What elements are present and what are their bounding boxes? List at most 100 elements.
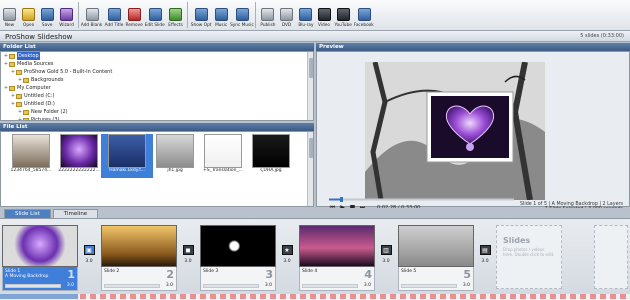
save-button[interactable]: Save — [38, 2, 57, 30]
folder-tree-item[interactable]: + Backgrounds — [1, 76, 313, 84]
preview-timeline[interactable] — [329, 197, 514, 202]
folder-tree-item[interactable]: + New Folder (2) — [1, 108, 313, 116]
effects-button[interactable]: Effects — [166, 2, 185, 30]
transition-duration[interactable]: 3.0 — [476, 259, 494, 264]
folder-label: My Computer — [17, 85, 51, 91]
scrollbar-thumb[interactable] — [309, 58, 313, 78]
folder-tree-item[interactable]: + Untitled (C:) — [1, 92, 313, 100]
tab-slide-list[interactable]: Slide List — [4, 209, 51, 218]
preview-header: Preview — [316, 43, 630, 51]
slide-thumbnail[interactable] — [299, 225, 375, 267]
transition-icon[interactable]: ▣ — [83, 245, 95, 255]
open-folder-button[interactable]: Open — [19, 2, 38, 30]
transition-icon[interactable]: ▤ — [479, 245, 491, 255]
empty-slide-slot[interactable] — [594, 225, 628, 289]
file-thumbnail[interactable]: 1234764_58574... — [5, 134, 57, 178]
slide-thumbnail[interactable] — [2, 225, 78, 267]
slide-duration[interactable]: 3.0 — [67, 283, 74, 288]
folder-tree-item[interactable]: + Desktop — [1, 52, 313, 60]
preview-pane: ⏮ ▶ ■ ⏭ 0:02.28 / 0:33:00 Slide 1 of 5 |… — [316, 51, 630, 212]
slide-thumbnail[interactable] — [398, 225, 474, 267]
slide-duration[interactable]: 3.0 — [166, 283, 173, 288]
wizard-icon — [60, 8, 73, 21]
transition-duration[interactable]: 3.0 — [80, 259, 98, 264]
folder-icon — [16, 101, 22, 107]
add-title-button[interactable]: Add Title — [103, 2, 125, 30]
soundtrack-waveform — [80, 294, 630, 299]
slide-thumbnail[interactable] — [101, 225, 177, 267]
transition-icon[interactable]: ★ — [281, 245, 293, 255]
file-thumbnail[interactable]: ÇÜHA.jpg — [245, 134, 297, 178]
empty-slide-slot[interactable]: Slides Drop photos / videos here. Double … — [496, 225, 562, 289]
transition-duration[interactable]: 3.0 — [179, 259, 197, 264]
bluray-button[interactable]: Blu-ray — [296, 2, 315, 30]
new-button[interactable]: New — [0, 2, 19, 30]
slide-thumbnail[interactable] — [200, 225, 276, 267]
transition-icon[interactable]: ◼ — [182, 245, 194, 255]
slide-subtitle: A Moving Backdrop — [5, 274, 49, 279]
transition-duration[interactable]: 3.0 — [278, 259, 296, 264]
sync-music-button[interactable]: Sync Music — [230, 2, 254, 30]
transition[interactable]: ▥ 3.0 — [377, 245, 395, 269]
tab-timeline[interactable]: Timeline — [52, 209, 99, 218]
slide-item[interactable]: Slide 1A Moving Backdrop 1 3.0 — [2, 225, 80, 293]
slide-name: Slide 5 — [401, 269, 416, 274]
add-blank-button[interactable]: Add Blank — [81, 2, 103, 30]
publish-button[interactable]: Publish — [258, 2, 277, 30]
file-image — [252, 134, 290, 168]
youtube-icon — [337, 8, 350, 21]
youtube-button[interactable]: YouTube — [334, 2, 353, 30]
transition-duration[interactable]: 3.0 — [377, 259, 395, 264]
file-caption: 2222222222222... — [58, 168, 100, 173]
file-thumbnail[interactable]: 2222222222222... — [53, 134, 105, 178]
slide-list: Slide 1A Moving Backdrop 1 3.0 ▣ 3.0 Slide 2 2… — [0, 218, 630, 294]
slide-audio-bar — [302, 284, 358, 288]
audio-marker — [0, 294, 78, 299]
video-button[interactable]: Video — [315, 2, 334, 30]
folder-tree-item[interactable]: + Media Sources — [1, 60, 313, 68]
add-blank-icon — [85, 8, 99, 21]
slide-item[interactable]: Slide 4 4 3.0 — [299, 225, 377, 293]
bottom-tabs: Slide List Timeline — [0, 208, 630, 218]
remove-button[interactable]: Remove — [125, 2, 144, 30]
folder-tree-item[interactable]: + Untitled (D:) — [1, 100, 313, 108]
slide-duration[interactable]: 3.0 — [265, 283, 272, 288]
file-caption: ÇÜHA.jpg — [260, 168, 282, 173]
file-scrollbar[interactable] — [307, 132, 313, 206]
edit-slide-button[interactable]: Edit Slide — [144, 2, 166, 30]
music-button[interactable]: Music — [212, 2, 231, 30]
slide-duration[interactable]: 3.0 — [364, 283, 371, 288]
transition[interactable]: ★ 3.0 — [278, 245, 296, 269]
slide-name: Slide 3 — [203, 269, 218, 274]
toolbar-label: Remove — [125, 22, 144, 28]
toolbar-label: Edit Slide — [145, 22, 165, 28]
slide-duration[interactable]: 3.0 — [463, 283, 470, 288]
show-options-button[interactable]: Show Opt — [190, 2, 212, 30]
slide-item[interactable]: Slide 2 2 3.0 — [101, 225, 179, 293]
effects-icon — [169, 8, 182, 21]
scrollbar-thumb[interactable] — [309, 138, 313, 158]
toolbar-label: Add Title — [104, 22, 124, 28]
facebook-button[interactable]: Facebook — [353, 2, 375, 30]
folder-scrollbar[interactable] — [307, 52, 313, 120]
transition-icon[interactable]: ▥ — [380, 245, 392, 255]
folder-tree-item[interactable]: + My Computer — [1, 84, 313, 92]
slide-meta: Slide 3 3 3.0 — [200, 267, 276, 291]
folder-tree-item[interactable]: + ProShow Gold 5.0 - Built-In Content — [1, 68, 313, 76]
folder-tree-item[interactable]: + Pictures (3) — [1, 116, 313, 120]
transition[interactable]: ▣ 3.0 — [80, 245, 98, 269]
transition[interactable]: ▤ 3.0 — [476, 245, 494, 269]
slide-item[interactable]: Slide 5 5 3.0 — [398, 225, 476, 293]
wizard-button[interactable]: Wizard — [57, 2, 76, 30]
file-thumbnail[interactable]: +S_Translation_... — [197, 134, 249, 178]
file-thumbnail[interactable]: Hamaki.Lkdy.f... — [101, 134, 153, 178]
toolbar-label: New — [4, 22, 15, 28]
transition[interactable]: ◼ 3.0 — [179, 245, 197, 269]
slide-meta: Slide 2 2 3.0 — [101, 267, 177, 291]
file-thumbnail[interactable]: jh1.jpg — [149, 134, 201, 178]
slide-item[interactable]: Slide 3 3 3.0 — [200, 225, 278, 293]
dvd-button[interactable]: DVD — [277, 2, 296, 30]
new-icon — [3, 8, 16, 21]
toolbar-label: Save — [42, 22, 53, 28]
slide-audio-bar — [5, 284, 61, 288]
